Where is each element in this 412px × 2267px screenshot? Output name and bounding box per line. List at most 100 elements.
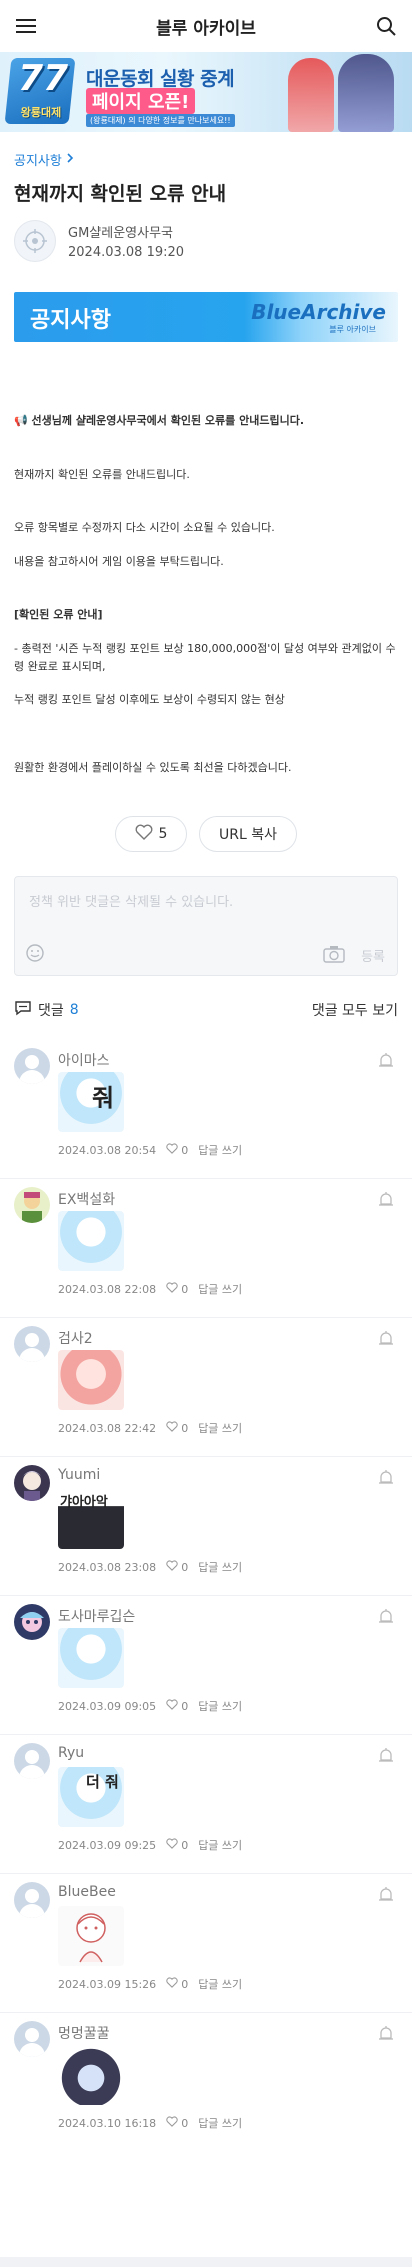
camera-icon[interactable] [323, 945, 345, 967]
reply-button[interactable]: 답글 쓰기 [198, 1976, 242, 1992]
comment-item: 검사2 2024.03.08 22:42 0 답글 쓰기 [0, 1318, 412, 1458]
comment-icon [14, 1000, 32, 1020]
comment-author[interactable]: Yuumi [58, 1467, 100, 1483]
comments-label: 댓글 [38, 1003, 64, 1020]
comment-date: 2024.03.08 22:08 [58, 1282, 157, 1296]
sticker-text: 줘 [92, 1084, 115, 1113]
comment-date: 2024.03.09 15:26 [58, 1977, 157, 1991]
report-icon[interactable] [378, 2025, 394, 2045]
comment-author[interactable]: EX백설화 [58, 1189, 115, 1209]
reply-button[interactable]: 답글 쓰기 [198, 1837, 242, 1853]
comment-date: 2024.03.08 20:54 [58, 1143, 157, 1157]
comment-list: 아이마스 줘 2024.03.08 20:54 0 답글 쓰기 EX백설화 20… [0, 1040, 412, 2152]
comments-count: 8 [69, 1002, 79, 1019]
sticker-image [58, 2045, 124, 2106]
emoji-icon[interactable] [25, 943, 45, 967]
reply-button[interactable]: 답글 쓰기 [198, 1142, 242, 1158]
report-icon[interactable] [378, 1747, 394, 1767]
comment-author[interactable]: Ryu [58, 1745, 84, 1761]
avatar[interactable] [14, 1882, 50, 1919]
view-all-comments-link[interactable]: 댓글 모두 보기 [312, 1000, 398, 1020]
comment-item: 도사마루깁슨 2024.03.09 09:05 0 답글 쓰기 [0, 1596, 412, 1736]
report-icon[interactable] [378, 1469, 394, 1489]
comment-author[interactable]: 검사2 [58, 1328, 93, 1348]
comment-like-count: 0 [181, 1560, 189, 1574]
heart-icon [166, 1838, 178, 1852]
comment-like-count: 0 [181, 2116, 189, 2130]
sticker-image: 갸아아악 [58, 1489, 124, 1550]
heart-icon [166, 1143, 178, 1157]
comment-item: EX백설화 2024.03.08 22:08 0 답글 쓰기 [0, 1179, 412, 1319]
comment-like-button[interactable]: 0 [166, 1838, 188, 1852]
reply-button[interactable]: 답글 쓰기 [198, 1559, 242, 1575]
banner-subheadline: 페이지 오픈! [86, 88, 196, 114]
comment-like-button[interactable]: 0 [166, 1282, 188, 1296]
bottom-divider [0, 2257, 412, 2267]
submit-comment-button[interactable]: 등록 [361, 946, 385, 965]
reply-button[interactable]: 답글 쓰기 [198, 1698, 242, 1714]
notice-banner-logo: BlueArchive [251, 300, 386, 324]
reply-button[interactable]: 답글 쓰기 [198, 2115, 242, 2131]
heart-icon [166, 2116, 178, 2130]
comment-author[interactable]: 도사마루깁슨 [58, 1606, 135, 1626]
comment-author[interactable]: 아이마스 [58, 1050, 110, 1070]
body-list-item: - 총력전 '시즌 누적 랭킹 포인트 보상 180,000,000점'이 달성… [14, 641, 396, 673]
avatar[interactable] [14, 1743, 50, 1780]
heart-icon [166, 1977, 178, 1991]
avatar[interactable] [14, 1604, 50, 1641]
comment-item: Yuumi 갸아아악 2024.03.08 23:08 0 답글 쓰기 [0, 1457, 412, 1597]
comment-input[interactable]: 정책 위반 댓글은 삭제될 수 있습니다. 등록 [14, 876, 398, 977]
comment-like-button[interactable]: 0 [166, 1699, 188, 1713]
avatar[interactable] [14, 1187, 50, 1224]
avatar[interactable] [14, 1048, 50, 1085]
top-bar: 블루 아카이브 [0, 0, 412, 52]
report-icon[interactable] [378, 1052, 394, 1072]
chevron-right-icon [66, 152, 74, 168]
comment-date: 2024.03.08 23:08 [58, 1560, 157, 1574]
report-icon[interactable] [378, 1191, 394, 1211]
avatar[interactable] [14, 2021, 50, 2058]
like-button[interactable]: 5 [115, 816, 187, 853]
heart-icon [166, 1282, 178, 1296]
heart-icon [166, 1560, 178, 1574]
comment-like-button[interactable]: 0 [166, 2116, 188, 2130]
report-icon[interactable] [378, 1886, 394, 1906]
comment-like-button[interactable]: 0 [166, 1421, 188, 1435]
copy-url-button[interactable]: URL 복사 [199, 816, 297, 853]
comment-date: 2024.03.10 16:18 [58, 2116, 157, 2130]
sticker-image: 더 줘 [58, 1767, 124, 1828]
breadcrumb[interactable]: 공지사항 [14, 150, 398, 169]
comment-like-button[interactable]: 0 [166, 1560, 188, 1574]
reply-button[interactable]: 답글 쓰기 [198, 1281, 242, 1297]
like-count: 5 [158, 826, 168, 843]
comment-item: 아이마스 줘 2024.03.08 20:54 0 답글 쓰기 [0, 1040, 412, 1180]
comment-like-count: 0 [181, 1977, 189, 1991]
sticker-image [58, 1906, 124, 1967]
comment-author[interactable]: BlueBee [58, 1884, 116, 1900]
report-icon[interactable] [378, 1608, 394, 1628]
body-intro: 📢 선생님께 샬레운영사무국에서 확인된 오류를 안내드립니다. [14, 414, 305, 427]
body-closing: 원활한 환경에서 플레이하실 수 있도록 최선을 다하겠습니다. [14, 760, 292, 774]
author-name[interactable]: GM샬레운영사무국 [68, 222, 184, 241]
site-title[interactable]: 블루 아카이브 [156, 14, 256, 39]
comment-author[interactable]: 멍멍꿀꿀 [58, 2023, 110, 2043]
search-icon[interactable] [374, 14, 398, 38]
sticker-image: 줘 [58, 1072, 124, 1133]
comment-like-button[interactable]: 0 [166, 1977, 188, 1991]
reply-button[interactable]: 답글 쓰기 [198, 1420, 242, 1436]
banner-headline: 대운동회 실황 중계 [86, 68, 235, 90]
report-icon[interactable] [378, 1330, 394, 1350]
heart-icon [135, 824, 153, 844]
avatar[interactable] [14, 1465, 50, 1502]
comment-like-button[interactable]: 0 [166, 1143, 188, 1157]
body-list-item: 누적 랭킹 포인트 달성 이후에도 보상이 수령되지 않는 현상 [14, 693, 285, 707]
author-avatar[interactable] [14, 220, 56, 262]
page: 블루 아카이브 77 왕룡대제 대운동회 실황 중계 페이지 오픈! (왕룡대제… [0, 0, 412, 2267]
event-banner[interactable]: 77 왕룡대제 대운동회 실황 중계 페이지 오픈! (왕룡대제) 의 다양한 … [0, 52, 412, 132]
menu-icon[interactable] [14, 14, 38, 38]
post-body: 📢 선생님께 샬레운영사무국에서 확인된 오류를 안내드립니다. 현재까지 확인… [14, 412, 398, 776]
avatar[interactable] [14, 1326, 50, 1363]
heart-icon [166, 1421, 178, 1435]
notice-banner-label: 공지사항 [30, 308, 111, 333]
comment-item: BlueBee 2024.03.09 15:26 0 답글 쓰기 [0, 1874, 412, 2014]
